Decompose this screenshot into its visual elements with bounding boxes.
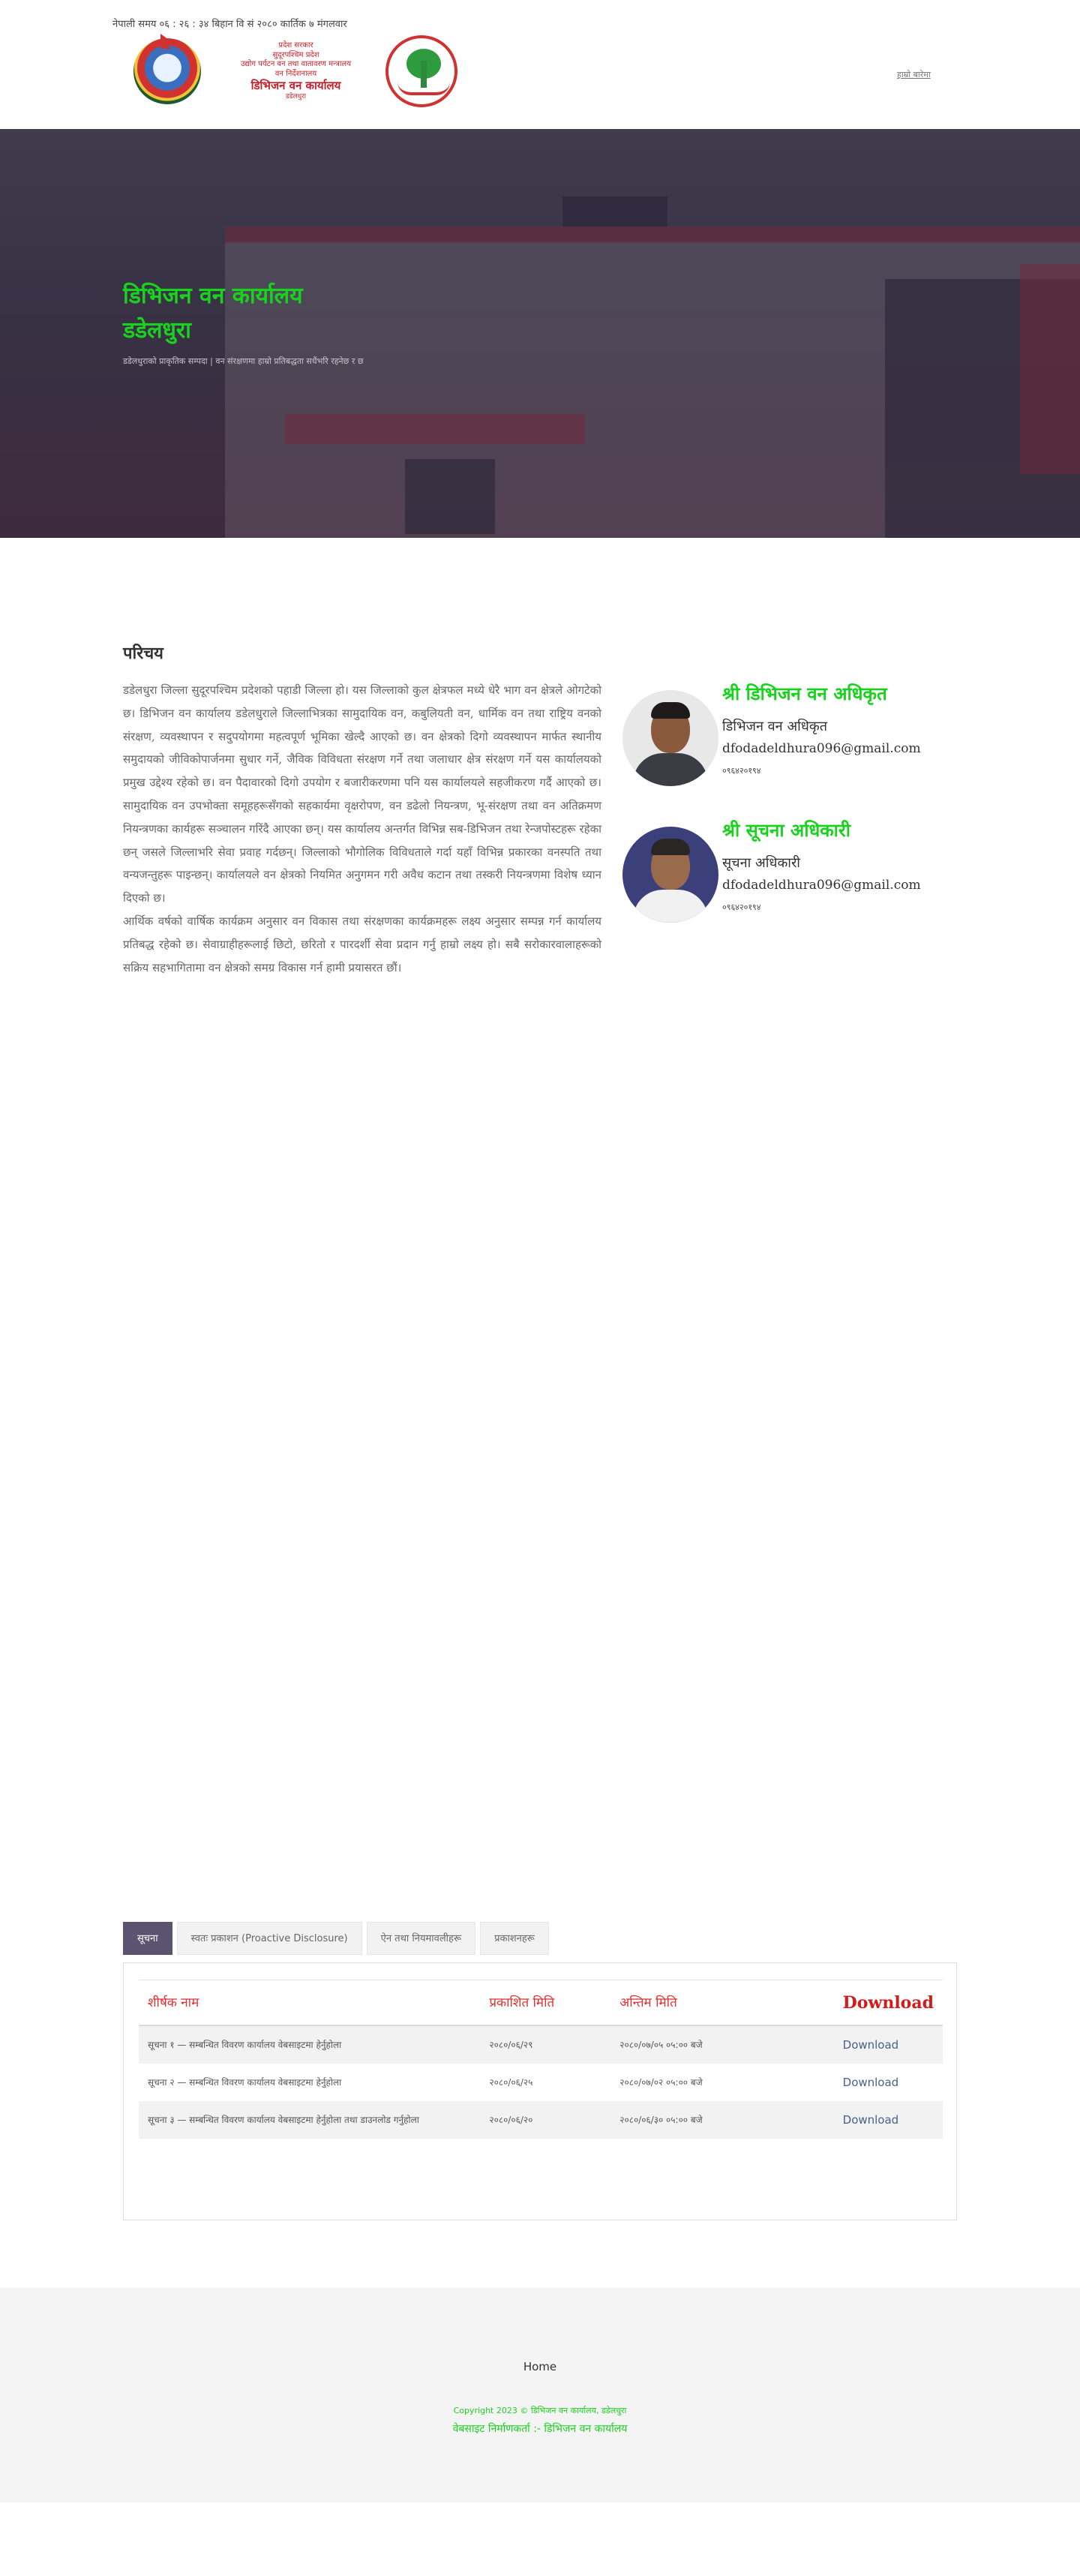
footer-copyright: Copyright 2023 © डिभिजन वन कार्यालय, डडे… xyxy=(453,2406,627,2415)
notice-published: २०८०/०६/२५ xyxy=(489,2077,533,2088)
column-header-deadline: अन्तिम मिति xyxy=(610,1990,834,2026)
office-line: उद्योग पर्यटन वन तथा वातावरण मन्त्रालय xyxy=(241,60,351,68)
table-header-row: शीर्षक नाम प्रकाशित मिति अन्तिम मिति Dow… xyxy=(139,1990,943,2026)
staff-card-officer: श्री डिभिजन वन अधिकृत डिभिजन वन अधिकृत d… xyxy=(622,681,945,786)
forest-tree-logo-icon xyxy=(386,35,458,107)
hero-banner: डिभिजन वन कार्यालय डडेलधुरा डडेलधुराको प… xyxy=(0,129,1080,538)
staff-email[interactable]: dfodadeldhura096@gmail.com xyxy=(722,878,921,893)
staff-role: डिभिजन वन अधिकृत xyxy=(722,719,827,734)
nepal-emblem-icon xyxy=(128,34,206,109)
notice-tabs: सूचना स्वतः प्रकाशन (Proactive Disclosur… xyxy=(123,1922,549,1955)
staff-name: श्री सूचना अधिकारी xyxy=(722,820,850,841)
office-logo[interactable]: प्रदेश सरकार सुदूरपश्चिम प्रदेश उद्योग प… xyxy=(128,33,458,110)
info-officer-photo xyxy=(622,827,718,923)
download-link[interactable]: Download xyxy=(834,2064,943,2101)
notice-title: सूचना २ — सम्बन्धित विवरण कार्यालय वेबसा… xyxy=(148,2077,342,2088)
footer-home-link[interactable]: Home xyxy=(0,2360,1080,2373)
about-body: डडेलधुरा जिल्ला सुदूरपश्चिम प्रदेशको पहा… xyxy=(123,679,602,979)
notice-title: सूचना ३ — सम्बन्धित विवरण कार्यालय वेबसा… xyxy=(139,2101,481,2139)
staff-role: सूचना अधिकारी xyxy=(722,855,800,871)
staff-name: श्री डिभिजन वन अधिकृत xyxy=(722,683,887,704)
notice-published: २०८०/०६/२० xyxy=(480,2101,611,2139)
download-link[interactable]: Download xyxy=(833,2025,943,2064)
column-header-title: शीर्षक नाम xyxy=(139,1990,481,2026)
nepali-datetime: नेपाली समय ०६ : २६ : ३४ बिहान वि सं २०८०… xyxy=(112,19,347,30)
notice-published: २०८०/०६/२९ xyxy=(480,2025,611,2064)
staff-phone: ०९६४२०१९४ xyxy=(722,902,761,912)
notice-deadline: २०८०/०७/०५ ०५:०० बजे xyxy=(610,2025,834,2064)
tab-notice[interactable]: सूचना xyxy=(123,1922,172,1955)
column-header-download: Download xyxy=(833,1990,943,2026)
office-line: वन निर्देशनालय xyxy=(274,69,317,78)
page: नेपाली समय ०६ : २६ : ३४ बिहान वि सं २०८०… xyxy=(0,0,1080,2576)
about-paragraph: डडेलधुरा जिल्ला सुदूरपश्चिम प्रदेशको पहा… xyxy=(123,683,602,905)
office-place: डडेलधुरा xyxy=(285,92,307,101)
about-paragraph: आर्थिक वर्षको वार्षिक कार्यक्रम अनुसार व… xyxy=(123,914,602,974)
tab-acts-rules[interactable]: ऐन तथा नियमावलीहरू xyxy=(366,1922,476,1955)
table-row: सूचना १ — सम्बन्धित विवरण कार्यालय वेबसा… xyxy=(139,2025,943,2064)
officer-photo xyxy=(622,690,718,786)
download-link[interactable]: Download xyxy=(833,2101,943,2139)
about-link[interactable]: हाम्रो बारेमा xyxy=(897,69,931,80)
hero-subtitle: डडेलधुराको प्राकृतिक सम्पदा | वन संरक्षण… xyxy=(123,356,364,366)
tab-proactive-disclosure[interactable]: स्वतः प्रकाशन (Proactive Disclosure) xyxy=(176,1922,362,1955)
about-heading: परिचय xyxy=(123,644,164,663)
staff-card-info-officer: श्री सूचना अधिकारी सूचना अधिकारी dfodade… xyxy=(622,818,945,923)
notice-deadline: २०८०/०७/०२ ०५:०० बजे xyxy=(620,2077,703,2088)
column-header-published: प्रकाशित मिति xyxy=(480,1990,611,2026)
staff-phone: ०९६४२०१९४ xyxy=(722,766,761,776)
tab-publications[interactable]: प्रकाशनहरू xyxy=(480,1922,549,1955)
office-title-block: प्रदेश सरकार सुदूरपश्चिम प्रदेश उद्योग प… xyxy=(206,41,386,101)
office-line: सुदूरपश्चिम प्रदेश xyxy=(272,50,320,59)
notice-panel: शीर्षक नाम प्रकाशित मिति अन्तिम मिति Dow… xyxy=(123,1962,957,2220)
site-footer: Home Copyright 2023 © डिभिजन वन कार्यालय… xyxy=(0,2288,1080,2502)
hero-title: डिभिजन वन कार्यालय डडेलधुरा xyxy=(123,283,303,344)
table-row: सूचना ३ — सम्बन्धित विवरण कार्यालय वेबसा… xyxy=(139,2101,943,2139)
staff-email[interactable]: dfodadeldhura096@gmail.com xyxy=(722,741,921,756)
notice-table: शीर्षक नाम प्रकाशित मिति अन्तिम मिति Dow… xyxy=(139,1990,943,2139)
office-name: डिभिजन वन कार्यालय xyxy=(250,79,341,92)
table-row: सूचना २ — सम्बन्धित विवरण कार्यालय वेबसा… xyxy=(139,2064,943,2101)
office-line: प्रदेश सरकार xyxy=(278,41,314,50)
footer-credit: वेबसाइट निर्माणकर्ता :- डिभिजन वन कार्या… xyxy=(452,2423,628,2435)
notice-title: सूचना १ — सम्बन्धित विवरण कार्यालय वेबसा… xyxy=(139,2025,481,2064)
notice-deadline: २०८०/०६/३० ०५:०० बजे xyxy=(610,2101,834,2139)
site-header: नेपाली समय ०६ : २६ : ३४ बिहान वि सं २०८०… xyxy=(0,0,1080,129)
